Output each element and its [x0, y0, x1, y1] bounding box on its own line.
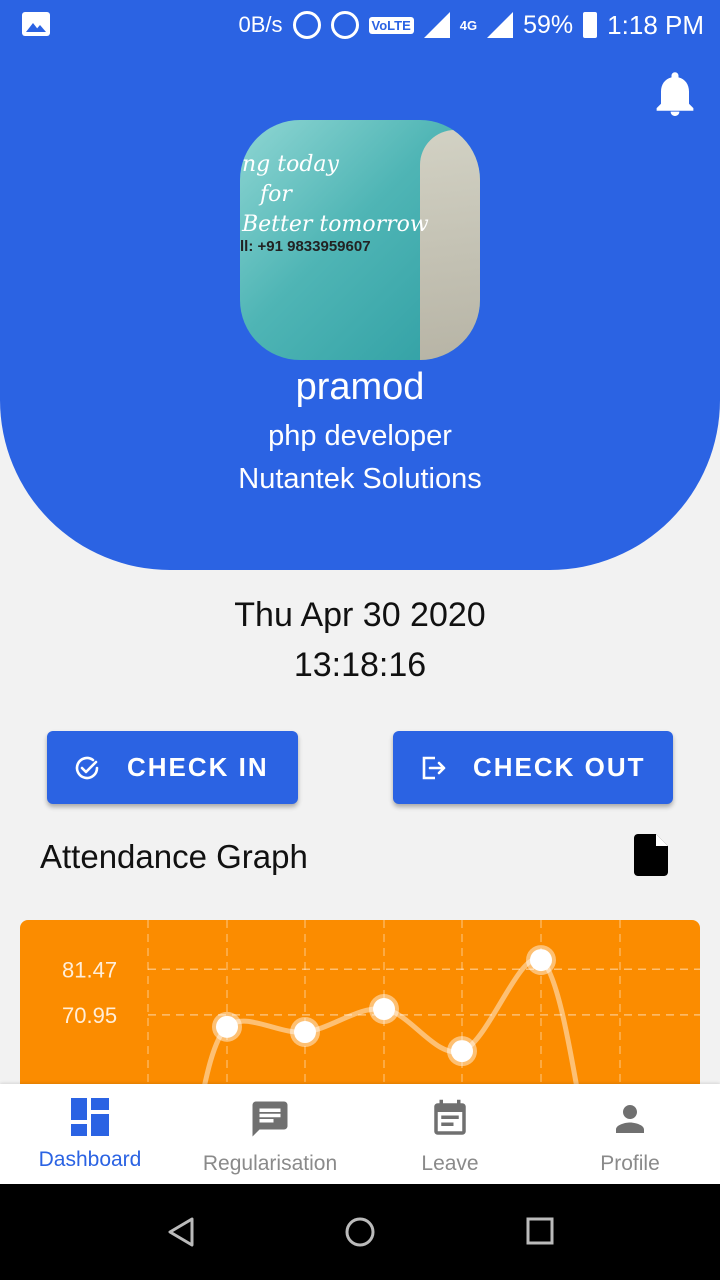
hotspot-icon	[292, 11, 321, 39]
avatar[interactable]: ng today for Better tomorrow ll: +91 983…	[240, 120, 480, 360]
system-navigation-bar	[0, 1184, 720, 1280]
nav-dashboard-label: Dashboard	[38, 1148, 142, 1171]
status-bar: 0B/s VoLTE 4G 59% 1:18 PM	[0, 0, 720, 50]
attendance-chart: 81.47 70.95	[20, 920, 700, 1090]
avatar-caption: ng today for Better tomorrow	[242, 150, 429, 240]
chart-point[interactable]	[294, 1021, 316, 1044]
nav-profile-label: Profile	[600, 1152, 660, 1175]
alarm-icon	[330, 11, 359, 39]
recents-icon[interactable]	[526, 1217, 554, 1245]
check-in-button[interactable]: CHECK IN	[47, 731, 298, 804]
attendance-chart-svg: 81.47 70.95	[62, 920, 700, 1090]
back-icon[interactable]	[166, 1216, 196, 1248]
battery-percent: 59%	[523, 10, 574, 39]
volte-badge: VoLTE	[368, 16, 414, 34]
avatar-person-photo	[420, 130, 480, 360]
chart-point[interactable]	[451, 1040, 473, 1063]
exit-icon	[422, 756, 446, 779]
user-name: pramod	[295, 366, 425, 408]
chart-point[interactable]	[373, 998, 395, 1021]
check-in-label: CHECK IN	[127, 752, 269, 782]
check-out-button[interactable]: CHECK OUT	[393, 731, 673, 804]
event-note-icon	[434, 1099, 466, 1135]
chart-point[interactable]	[530, 949, 552, 972]
nav-regularisation-label: Regularisation	[202, 1152, 338, 1175]
nav-regularisation[interactable]: Regularisation	[180, 1084, 360, 1184]
chart-series-line	[200, 956, 580, 1090]
nav-profile[interactable]: Profile	[540, 1084, 720, 1184]
image-notification-icon	[22, 12, 50, 36]
avatar-caption-line3: Better tomorrow	[242, 212, 429, 237]
chart-y-tick-label: 70.95	[62, 1003, 117, 1028]
avatar-phone: ll: +91 9833959607	[240, 238, 371, 255]
avatar-caption-line2: for	[260, 182, 292, 207]
current-date: Thu Apr 30 2020	[234, 596, 486, 634]
status-icons: 0B/s VoLTE 4G 59% 1:18 PM	[239, 0, 705, 50]
attendance-graph-title: Attendance Graph	[40, 838, 308, 875]
wifi-signal-icon	[423, 12, 450, 38]
current-time: 13:18:16	[293, 646, 427, 684]
nav-dashboard[interactable]: Dashboard	[0, 1084, 180, 1184]
chart-point[interactable]	[216, 1015, 238, 1038]
dashboard-icon	[71, 1098, 109, 1136]
user-company: Nutantek Solutions	[238, 463, 482, 495]
clock: 1:18 PM	[607, 9, 704, 40]
notification-bell-icon[interactable]	[654, 72, 696, 118]
nav-leave-label: Leave	[421, 1152, 479, 1175]
network-type: 4G	[459, 17, 478, 33]
nav-leave[interactable]: Leave	[360, 1084, 540, 1184]
bottom-navigation: Dashboard Regularisation Leave Profile	[0, 1084, 720, 1184]
avatar-caption-line1: ng today	[242, 152, 339, 177]
cell-signal-icon	[487, 12, 514, 38]
home-icon[interactable]	[344, 1216, 376, 1248]
person-icon	[616, 1105, 644, 1133]
check-circle-icon	[75, 756, 99, 779]
network-speed: 0B/s	[238, 12, 283, 37]
chart-y-tick-label: 81.47	[62, 957, 117, 982]
file-icon[interactable]	[634, 834, 668, 876]
check-out-label: CHECK OUT	[473, 752, 646, 782]
battery-icon	[583, 12, 598, 38]
user-role: php developer	[268, 420, 452, 452]
feedback-icon	[252, 1101, 288, 1137]
